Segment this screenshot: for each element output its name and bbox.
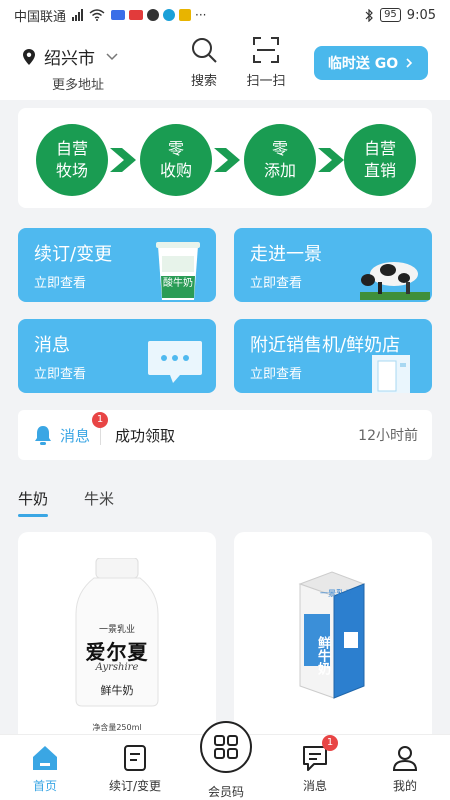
- nav-label: 消息: [302, 779, 327, 793]
- app-notification-icon: [179, 9, 192, 21]
- process-step-line: 添加: [263, 161, 296, 180]
- bell-icon: [35, 426, 51, 445]
- carrier-name: 中国联通: [14, 9, 67, 25]
- location-selector[interactable]: 绍兴市 更多地址: [22, 44, 127, 93]
- scan-label: 扫一扫: [246, 74, 286, 89]
- product-brand: 一景乳业: [320, 589, 352, 598]
- product-name-en: Ayrshire: [95, 662, 139, 673]
- yogurt-cup-label: 酸牛奶: [163, 278, 193, 289]
- card-title: 走进一景: [250, 244, 322, 265]
- card-nearby-store[interactable]: 附近销售机/鲜奶店 立即查看: [234, 319, 432, 393]
- product-type: 鲜牛奶: [100, 684, 134, 697]
- notification-time: 12小时前: [358, 428, 418, 444]
- card-subtitle: 立即查看: [250, 367, 303, 382]
- nav-label: 续订/变更: [108, 779, 162, 793]
- signal-icon: [72, 9, 84, 21]
- tab-milk[interactable]: 牛奶: [18, 488, 49, 517]
- nav-messages-badge: 1: [322, 735, 338, 751]
- process-step: 零 收购: [140, 124, 212, 196]
- card-title: 消息: [34, 335, 70, 356]
- bluetooth-icon: [365, 8, 373, 22]
- cow-icon: [360, 262, 430, 300]
- bottom-navigation: 首页 续订/变更 会员码 消息 1 我的: [0, 721, 450, 800]
- brand-process-banner: 自营 牧场 零 收购 零 添加 自营 直销: [18, 108, 432, 208]
- nav-profile[interactable]: 我的: [365, 743, 445, 794]
- product-tabs: 牛奶 牛米: [18, 488, 114, 517]
- process-step-line: 牧场: [55, 161, 88, 180]
- nav-member-code[interactable]: [200, 721, 252, 773]
- header: 绍兴市 更多地址 搜索 扫一扫 临时送 GO: [0, 30, 450, 100]
- scan-button[interactable]: 扫一扫: [238, 36, 294, 89]
- process-step: 自营 直销: [344, 124, 416, 196]
- app-notification-icon: [129, 10, 144, 20]
- more-address-link[interactable]: 更多地址: [52, 74, 104, 93]
- process-step: 自营 牧场: [36, 124, 108, 196]
- product-name: 鲜牛奶: [315, 636, 330, 675]
- arrow-right-icon: [318, 148, 344, 172]
- user-icon: [392, 746, 418, 771]
- chevron-down-icon: [106, 52, 118, 60]
- nav-label: 首页: [32, 779, 57, 793]
- arrow-right-icon: [214, 148, 240, 172]
- process-step-line: 自营: [55, 139, 88, 158]
- product-volume: 净含量250ml: [92, 723, 142, 732]
- nav-renew-change[interactable]: 续订/变更: [95, 743, 175, 794]
- document-icon: [124, 745, 146, 771]
- app-notification-icon: [111, 10, 126, 20]
- notification-label: 消息: [60, 426, 91, 445]
- card-subtitle: 立即查看: [34, 276, 87, 291]
- app-notification-icon: [147, 9, 160, 21]
- scan-icon: [253, 37, 279, 63]
- nav-label: 我的: [392, 779, 417, 793]
- card-renew-change[interactable]: 续订/变更 立即查看 酸牛奶: [18, 228, 216, 302]
- tab-rice[interactable]: 牛米: [84, 488, 114, 509]
- product-name: 爱尔夏: [85, 640, 149, 664]
- divider: [100, 425, 102, 445]
- status-bar: 中国联通 ··· 95 9:05: [0, 0, 450, 30]
- process-step-line: 零: [271, 139, 288, 158]
- chat-bubble-icon: [148, 341, 202, 383]
- home-icon: [33, 746, 57, 770]
- card-messages[interactable]: 消息 立即查看: [18, 319, 216, 393]
- process-step: 零 添加: [244, 124, 316, 196]
- nav-label: 会员码: [207, 785, 244, 799]
- product-card[interactable]: 一景乳业 鲜牛奶: [234, 532, 432, 752]
- wifi-icon: [89, 9, 105, 21]
- more-notifications-icon: ···: [195, 8, 207, 22]
- express-delivery-button[interactable]: 临时送 GO: [314, 46, 428, 80]
- location-pin-icon: [23, 48, 35, 65]
- yogurt-cup-icon: [156, 242, 200, 300]
- search-label: 搜索: [190, 74, 217, 89]
- card-title: 续订/变更: [34, 244, 113, 265]
- arrow-right-icon: [110, 148, 136, 172]
- search-button[interactable]: 搜索: [176, 36, 232, 89]
- product-brand: 一景乳业: [98, 625, 135, 635]
- nav-messages[interactable]: 消息: [275, 743, 355, 794]
- search-icon: [192, 38, 217, 63]
- vending-machine-icon: [372, 355, 410, 393]
- app-notification-icon: [163, 9, 176, 21]
- notification-text: 成功领取: [115, 426, 176, 445]
- notification-bar[interactable]: 消息 1 成功领取 12小时前: [18, 410, 432, 460]
- product-card[interactable]: 一景乳业 爱尔夏 Ayrshire 鲜牛奶 净含量250ml: [18, 532, 216, 752]
- notification-badge: 1: [92, 412, 108, 428]
- card-subtitle: 立即查看: [34, 367, 87, 382]
- card-subtitle: 立即查看: [250, 276, 303, 291]
- chevron-right-icon: [406, 58, 413, 68]
- process-step-line: 收购: [159, 161, 192, 180]
- card-visit-farm[interactable]: 走进一景 立即查看: [234, 228, 432, 302]
- city-name: 绍兴市: [44, 49, 95, 69]
- express-delivery-label: 临时送 GO: [327, 56, 399, 72]
- process-step-line: 直销: [363, 161, 396, 180]
- process-step-line: 自营: [363, 139, 396, 158]
- clock: 9:05: [406, 7, 436, 23]
- qr-code-icon: [214, 735, 238, 759]
- process-step-line: 零: [167, 139, 184, 158]
- battery-icon: 95: [380, 8, 401, 22]
- nav-home[interactable]: 首页: [5, 743, 85, 794]
